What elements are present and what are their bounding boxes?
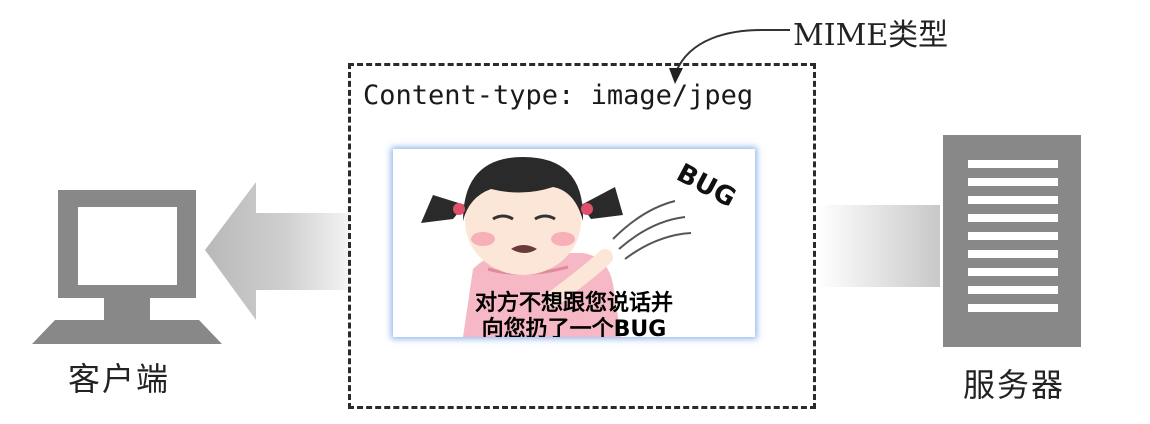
http-response-diagram: MIME类型 Content-type: image/jpeg BUG 对方不想… xyxy=(0,0,1150,424)
client-label: 客户端 xyxy=(68,360,171,398)
mime-type-label: MIME类型 xyxy=(793,18,949,53)
server-label: 服务器 xyxy=(963,366,1066,404)
jpeg-image-content: BUG 对方不想跟您说话并 向您扔了一个BUG xyxy=(393,149,755,337)
http-response-packet: Content-type: image/jpeg BUG 对方不想跟您说话并 向… xyxy=(348,63,816,409)
meme-caption-line-2: 向您扔了一个BUG xyxy=(481,317,667,337)
content-type-header: Content-type: image/jpeg xyxy=(363,80,754,111)
server-icon xyxy=(943,135,1081,347)
client-monitor-icon xyxy=(32,190,222,344)
